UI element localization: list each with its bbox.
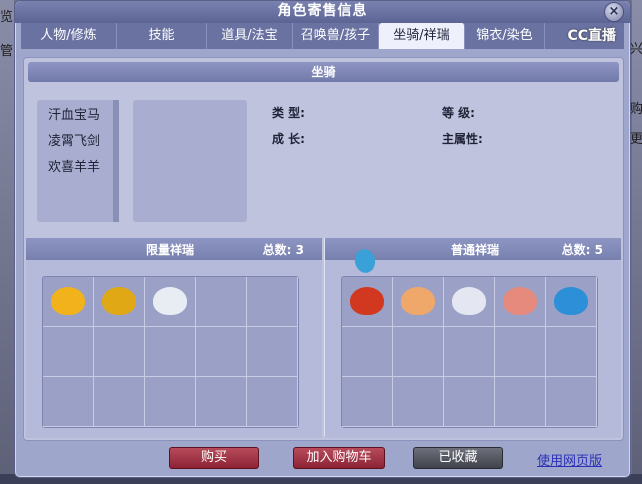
- xiangrui-slot[interactable]: [342, 277, 393, 327]
- golden-chick-icon: [51, 287, 85, 315]
- stat-level-label: 等 级:: [442, 106, 475, 120]
- favorited-button[interactable]: 已收藏: [413, 447, 503, 469]
- tab-bar: 人物/修炼 技能 道具/法宝 召唤兽/孩子 坐骑/祥瑞 锦衣/染色: [21, 23, 624, 49]
- xiangrui-slot[interactable]: [444, 277, 495, 327]
- xiangrui-slot[interactable]: [247, 377, 298, 427]
- background-char: 购: [630, 102, 642, 117]
- stat-main-attr-label: 主属性:: [442, 132, 483, 146]
- mount-item[interactable]: 欢喜羊羊: [48, 156, 100, 175]
- xiangrui-slot[interactable]: [546, 377, 597, 427]
- window-title: 角色寄售信息: [15, 1, 630, 23]
- stat-growth-label: 成 长:: [272, 132, 305, 146]
- xiangrui-slot[interactable]: [393, 327, 444, 377]
- xiangrui-slot[interactable]: [393, 277, 444, 327]
- xiangrui-slot[interactable]: [196, 377, 247, 427]
- xiangrui-slot[interactable]: [247, 277, 298, 327]
- cc-live-watermark: CC直播: [567, 28, 616, 44]
- blue-whale-icon: [554, 287, 588, 315]
- xiangrui-slot[interactable]: [495, 277, 546, 327]
- lion-cub-icon: [401, 287, 435, 315]
- xiangrui-slot[interactable]: [43, 377, 94, 427]
- normal-xiangrui-grid: [341, 276, 598, 428]
- mount-item[interactable]: 汗血宝马: [48, 104, 100, 123]
- tab-skills[interactable]: 技能: [117, 23, 207, 49]
- limited-xiangrui-title: 限量祥瑞: [146, 243, 195, 257]
- xiangrui-slot[interactable]: [196, 327, 247, 377]
- xiangrui-slot[interactable]: [94, 327, 145, 377]
- xiangrui-slot[interactable]: [196, 277, 247, 327]
- consignment-window: 角色寄售信息 × 人物/修炼 技能 道具/法宝 召唤兽/孩子 坐骑/祥瑞 锦衣/…: [14, 0, 631, 478]
- normal-xiangrui-title: 普通祥瑞: [451, 243, 500, 257]
- tab-summons-children[interactable]: 召唤兽/孩子: [293, 23, 379, 49]
- limited-xiangrui-grid: [42, 276, 299, 428]
- add-to-cart-button[interactable]: 加入购物车: [293, 447, 385, 469]
- golden-ox-icon: [102, 287, 136, 315]
- use-web-version-link[interactable]: 使用网页版: [537, 450, 602, 469]
- tab-items-treasures[interactable]: 道具/法宝: [207, 23, 293, 49]
- xiangrui-slot[interactable]: [495, 377, 546, 427]
- background-char: 览: [0, 10, 14, 25]
- close-button[interactable]: ×: [604, 2, 624, 22]
- xiangrui-slot[interactable]: [444, 377, 495, 427]
- limited-xiangrui-panel: 限量祥瑞 总数: 3: [26, 238, 322, 438]
- limited-xiangrui-count: 总数: 3: [262, 243, 304, 257]
- silver-fox-icon: [153, 287, 187, 315]
- xiangrui-slot[interactable]: [546, 327, 597, 377]
- background-right-edge: [632, 0, 642, 484]
- stat-type-label: 类 型:: [272, 106, 305, 120]
- buy-button[interactable]: 购买: [169, 447, 259, 469]
- mount-list: 汗血宝马 凌霄飞剑 欢喜羊羊: [37, 100, 119, 222]
- xiangrui-slot[interactable]: [145, 277, 196, 327]
- background-char: 更: [630, 132, 642, 147]
- xiangrui-slot[interactable]: [43, 327, 94, 377]
- pink-squirrel-icon: [503, 287, 537, 315]
- tab-outfits-dye[interactable]: 锦衣/染色: [465, 23, 545, 49]
- xiangrui-slot[interactable]: [145, 377, 196, 427]
- mount-preview: [133, 100, 247, 222]
- white-unicorn-icon: [452, 287, 486, 315]
- xiangrui-slot[interactable]: [393, 377, 444, 427]
- xiangrui-slot[interactable]: [342, 377, 393, 427]
- xiangrui-slot[interactable]: [145, 327, 196, 377]
- xiangrui-slot[interactable]: [342, 327, 393, 377]
- normal-xiangrui-count: 总数: 5: [561, 243, 603, 257]
- tab-mounts-xiangrui[interactable]: 坐骑/祥瑞: [379, 23, 465, 49]
- xiangrui-slot[interactable]: [247, 327, 298, 377]
- mount-item[interactable]: 凌霄飞剑: [48, 130, 100, 149]
- tab-character-cultivation[interactable]: 人物/修炼: [21, 23, 117, 49]
- background-char: 兴: [630, 42, 642, 57]
- mount-list-scrollbar[interactable]: [113, 100, 119, 222]
- xiangrui-slot[interactable]: [94, 377, 145, 427]
- background-char: 管: [0, 44, 14, 59]
- red-lobster-icon: [350, 287, 384, 315]
- xiangrui-slot[interactable]: [546, 277, 597, 327]
- content-area: 坐骑 汗血宝马 凌霄飞剑 欢喜羊羊 类 型: 等 级: 成 长: 主属性: 限量…: [23, 57, 624, 469]
- xiangrui-slot[interactable]: [94, 277, 145, 327]
- background-left-edge: [0, 0, 14, 484]
- mount-section-header: 坐骑: [28, 62, 619, 82]
- xiangrui-slot[interactable]: [444, 327, 495, 377]
- limited-xiangrui-header: 限量祥瑞 总数: 3: [26, 238, 322, 260]
- xiangrui-slot[interactable]: [495, 327, 546, 377]
- xiangrui-slot[interactable]: [43, 277, 94, 327]
